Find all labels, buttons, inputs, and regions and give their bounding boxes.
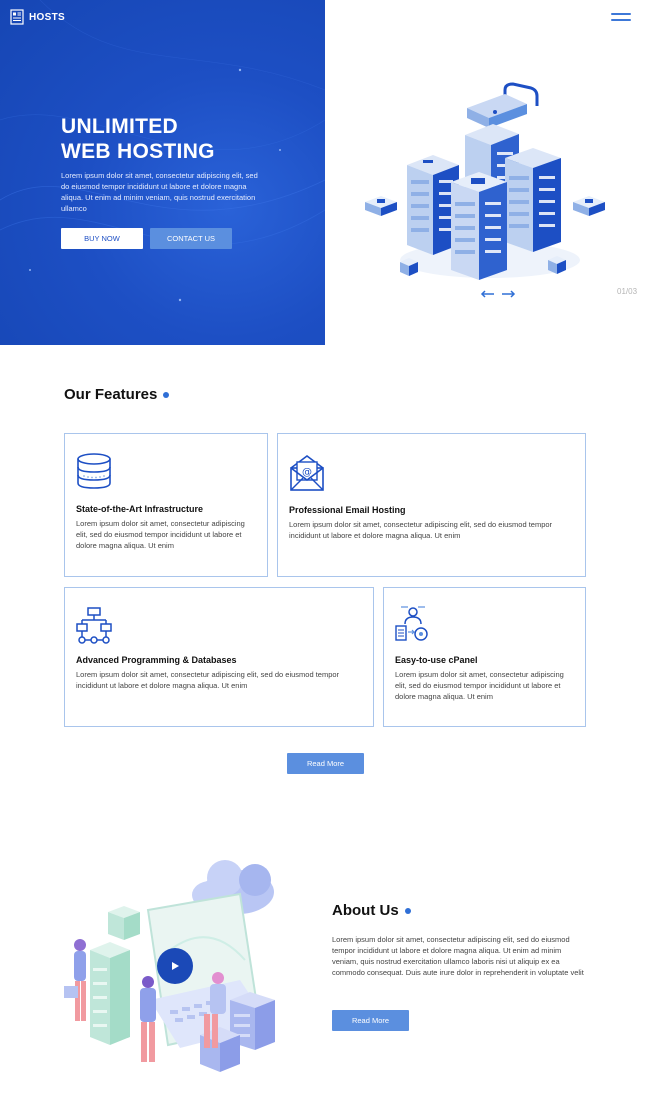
person-middle-figure xyxy=(140,976,156,1062)
feature-text: Lorem ipsum dolor sit amet, consectetur … xyxy=(395,670,564,701)
arrow-right-icon xyxy=(502,290,516,298)
logo-text: HOSTS xyxy=(29,11,65,23)
feature-card-programming[interactable]: Advanced Programming & Databases Lorem i… xyxy=(64,587,374,727)
title-dot xyxy=(404,907,411,914)
lock-icon xyxy=(467,82,539,128)
control-panel-user-icon xyxy=(395,606,428,641)
feature-text: Lorem ipsum dolor sit amet, consectetur … xyxy=(76,519,245,550)
database-icon xyxy=(77,453,111,489)
features-title: Our Features xyxy=(64,386,158,403)
person-standing-figure xyxy=(64,939,86,1021)
feature-title: State-of-the-Art Infrastructure xyxy=(76,504,204,514)
feature-text: Lorem ipsum dolor sit amet, consectetur … xyxy=(76,670,340,690)
logo-icon xyxy=(10,9,24,25)
features-read-more-button[interactable]: Read More xyxy=(287,753,364,774)
hamburger-menu-icon[interactable] xyxy=(611,13,631,23)
logo[interactable]: HOSTS xyxy=(10,9,65,25)
slider-arrows[interactable] xyxy=(480,289,516,299)
hero-title-line2: WEB HOSTING xyxy=(61,140,215,163)
about-title: About Us xyxy=(332,902,399,919)
feature-title: Professional Email Hosting xyxy=(289,505,406,515)
play-video-button[interactable] xyxy=(157,948,193,984)
hero-title: UNLIMITED WEB HOSTING xyxy=(61,114,281,164)
server-racks-illustration xyxy=(365,82,605,280)
title-dot xyxy=(163,391,170,398)
about-read-more-button[interactable]: Read More xyxy=(332,1010,409,1031)
flowchart-icon xyxy=(76,607,112,644)
hero-title-line1: UNLIMITED xyxy=(61,115,179,138)
contact-us-button[interactable]: CONTACT US xyxy=(150,228,232,249)
email-envelope-icon: @ xyxy=(290,455,324,491)
feature-title: Easy-to-use cPanel xyxy=(395,655,478,665)
feature-card-infrastructure[interactable]: State-of-the-Art Infrastructure Lorem ip… xyxy=(64,433,268,577)
features-heading: Our Features xyxy=(64,386,170,403)
feature-card-email[interactable]: @ Professional Email Hosting Lorem ipsum… xyxy=(277,433,586,577)
svg-text:@: @ xyxy=(302,467,312,478)
arrow-left-icon xyxy=(480,290,494,298)
about-description: Lorem ipsum dolor sit amet, consectetur … xyxy=(332,935,584,977)
feature-title: Advanced Programming & Databases xyxy=(76,655,237,665)
slide-counter: 01/03 xyxy=(617,287,638,296)
buy-now-button[interactable]: BUY NOW xyxy=(61,228,143,249)
hero-description: Lorem ipsum dolor sit amet, consectetur … xyxy=(61,171,258,213)
play-icon xyxy=(172,962,179,970)
hero-banner: HOSTS UNLIMITED WEB HOSTING Lorem ipsum … xyxy=(0,0,325,345)
feature-card-cpanel[interactable]: Easy-to-use cPanel Lorem ipsum dolor sit… xyxy=(383,587,586,727)
about-heading: About Us xyxy=(332,902,411,919)
feature-text: Lorem ipsum dolor sit amet, consectetur … xyxy=(289,520,553,540)
